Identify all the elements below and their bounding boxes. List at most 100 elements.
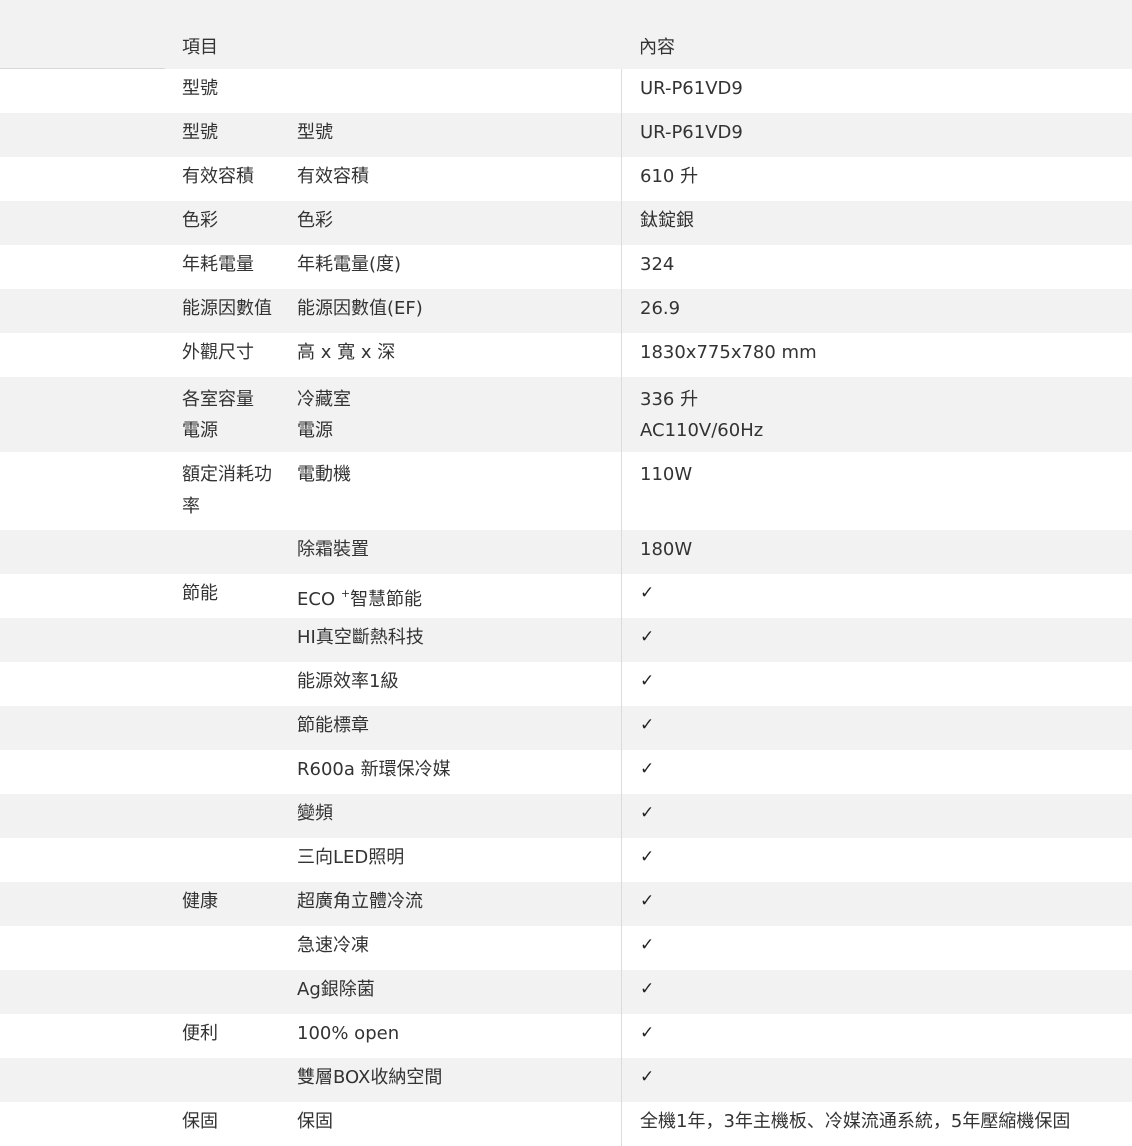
row-subitem: 變頻: [297, 803, 333, 824]
row-gutter: [0, 0, 165, 69]
row-subitem: 能源因數值(EF): [297, 298, 423, 319]
row-subitem: 色彩: [297, 210, 333, 231]
row-gutter: [0, 1102, 165, 1146]
table-row: 年耗電量 年耗電量(度) 324: [0, 245, 1132, 289]
row-item: [165, 662, 280, 706]
row-item: 便利: [182, 1023, 218, 1044]
row-value: 610 升: [621, 157, 1132, 201]
table-row: R600a 新環保冷媒 ✓: [0, 750, 1132, 794]
row-value-line: AC110V/60Hz: [640, 420, 764, 441]
row-item: 節能: [182, 583, 218, 604]
row-subitem: 除霜裝置: [297, 539, 369, 560]
row-gutter: [0, 157, 165, 201]
table-row: 能源效率1級 ✓: [0, 662, 1132, 706]
spec-table: 項目 內容 型號 UR-P61VD9 型號 型號 UR-P61VD9 有效容積 …: [0, 0, 1132, 1146]
table-row: Ag銀除菌 ✓: [0, 970, 1132, 1014]
row-value: 1830x775x780 mm: [621, 333, 1132, 377]
table-row: 雙層BOX收納空間 ✓: [0, 1058, 1132, 1102]
row-gutter: [0, 750, 165, 794]
row-item: 各室容量 電源: [165, 377, 280, 452]
row-item: [165, 926, 280, 970]
row-subitem: ECO +智慧節能: [280, 574, 621, 618]
table-row: 除霜裝置 180W: [0, 530, 1132, 574]
table-row: 變頻 ✓: [0, 794, 1132, 838]
row-item: [165, 838, 280, 882]
row-value: UR-P61VD9: [621, 113, 1132, 157]
row-item: 有效容積: [182, 166, 254, 187]
row-subitem-line: 電源: [297, 420, 333, 441]
row-subitem: 電動機: [297, 464, 351, 485]
row-item: [165, 750, 280, 794]
check-icon: ✓: [621, 882, 1132, 926]
row-item: 保固: [182, 1111, 218, 1132]
table-row: 能源因數值 能源因數值(EF) 26.9: [0, 289, 1132, 333]
row-item: 額定消耗功率: [182, 464, 272, 517]
row-item: 健康: [182, 891, 218, 912]
check-icon: ✓: [621, 970, 1132, 1014]
row-item: 型號: [182, 122, 218, 143]
row-value: 324: [621, 245, 1132, 289]
header-item: 項目: [182, 37, 218, 58]
row-gutter: [0, 882, 165, 926]
eco-superscript: +: [340, 587, 351, 600]
check-icon: ✓: [621, 926, 1132, 970]
table-row: 節能 ECO +智慧節能 ✓: [0, 574, 1132, 618]
table-row: 型號 UR-P61VD9: [0, 69, 1132, 113]
row-gutter: [0, 201, 165, 245]
check-icon: ✓: [621, 662, 1132, 706]
row-value: UR-P61VD9: [621, 69, 1132, 113]
row-gutter: [0, 530, 165, 574]
row-gutter: [0, 69, 165, 113]
row-item: [165, 1058, 280, 1102]
row-item: [165, 530, 280, 574]
check-icon: ✓: [621, 574, 1132, 618]
row-subitem: 冷藏室 電源: [280, 377, 621, 452]
row-subitem: 保固: [297, 1111, 333, 1132]
table-row: 額定消耗功率 電動機 110W: [0, 452, 1132, 530]
table-row: 三向LED照明 ✓: [0, 838, 1132, 882]
row-item: 年耗電量: [182, 254, 254, 275]
row-value: 180W: [621, 530, 1132, 574]
row-item: 型號: [182, 78, 218, 99]
row-subitem: 高 x 寬 x 深: [297, 342, 396, 363]
row-gutter: [0, 662, 165, 706]
check-icon: ✓: [621, 794, 1132, 838]
row-gutter: [0, 970, 165, 1014]
table-row: 型號 型號 UR-P61VD9: [0, 113, 1132, 157]
row-gutter: [0, 926, 165, 970]
table-row: 健康 超廣角立體冷流 ✓: [0, 882, 1132, 926]
row-item: 色彩: [182, 210, 218, 231]
row-value: 336 升 AC110V/60Hz: [621, 377, 1132, 452]
check-icon: ✓: [621, 838, 1132, 882]
row-gutter: [0, 245, 165, 289]
row-item: 外觀尺寸: [182, 342, 254, 363]
header-content: 內容: [639, 37, 675, 58]
row-item: [165, 970, 280, 1014]
row-gutter: [0, 1014, 165, 1058]
row-gutter: [0, 289, 165, 333]
row-gutter: [0, 794, 165, 838]
row-subitem: R600a 新環保冷媒: [297, 759, 451, 780]
row-subitem: HI真空斷熱科技: [297, 627, 424, 648]
row-gutter: [0, 452, 165, 530]
row-value: 26.9: [621, 289, 1132, 333]
row-subitem: 節能標章: [297, 715, 369, 736]
row-subitem: Ag銀除菌: [297, 979, 375, 1000]
row-value: 鈦錠銀: [621, 201, 1132, 245]
row-subitem: 有效容積: [297, 166, 369, 187]
row-gutter: [0, 838, 165, 882]
table-row: HI真空斷熱科技 ✓: [0, 618, 1132, 662]
row-value: 全機1年，3年主機板、冷媒流通系統，5年壓縮機保固: [621, 1102, 1132, 1146]
eco-suffix: 智慧節能: [350, 589, 423, 610]
row-item-line: 各室容量: [182, 389, 254, 410]
table-row: 有效容積 有效容積 610 升: [0, 157, 1132, 201]
table-header: 項目 內容: [0, 0, 1132, 69]
check-icon: ✓: [621, 1058, 1132, 1102]
row-gutter: [0, 333, 165, 377]
row-subitem: 100% open: [297, 1023, 400, 1044]
row-subitem: 急速冷凍: [297, 935, 369, 956]
row-item-line: 電源: [182, 420, 218, 441]
row-value-line: 336 升: [640, 389, 699, 410]
table-row: 急速冷凍 ✓: [0, 926, 1132, 970]
row-item: [165, 618, 280, 662]
